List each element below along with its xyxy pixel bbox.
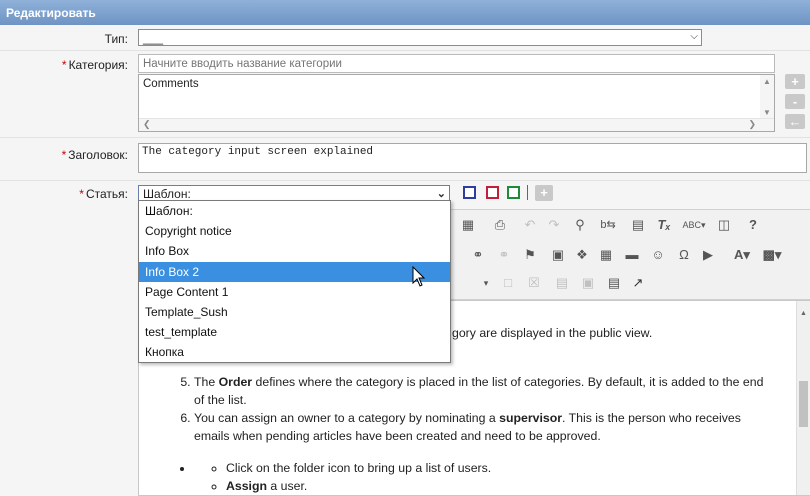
add-category-button[interactable]: + — [785, 74, 805, 89]
partial-text-line: gory are displayed in the public view. — [452, 326, 653, 340]
remove-category-button[interactable]: - — [785, 94, 805, 109]
scroll-thumb[interactable] — [799, 381, 808, 427]
back-category-button[interactable]: ← — [785, 114, 805, 129]
category-list-hscroll[interactable]: ❮ ❯ — [139, 118, 774, 131]
dropdown-option-highlighted[interactable]: Info Box 2 — [139, 261, 450, 282]
delete-template-icon[interactable] — [486, 186, 499, 199]
category-list[interactable]: Comments ▲ ▼ ❮ ❯ — [138, 74, 775, 132]
bg-color-icon[interactable]: ▩▾ — [759, 246, 785, 264]
header-bar: Редактировать — [0, 0, 810, 25]
pagebreak-icon[interactable]: ▶ — [699, 246, 717, 264]
chevron-down-icon: ⌄ — [436, 188, 446, 200]
type-value: ___ — [143, 31, 164, 45]
unlink-icon[interactable]: ⚭ — [495, 246, 513, 264]
dropdown-arrow-icon[interactable]: ▾ — [477, 274, 495, 292]
print-icon[interactable]: ⎙ — [491, 216, 509, 234]
chevron-down-icon: ⌵ — [690, 31, 698, 42]
list-item: Assign a user. — [226, 477, 776, 495]
dropdown-option[interactable]: Page Content 1 — [139, 282, 450, 302]
dropdown-option[interactable]: test_template — [139, 322, 450, 342]
special-char-icon[interactable]: Ω — [675, 246, 693, 264]
editor-ordered-list: The Order defines where the category is … — [176, 373, 776, 445]
smiley-icon[interactable]: ☺ — [649, 246, 667, 264]
dropdown-option[interactable]: Template_Sush — [139, 302, 450, 322]
templates-icon[interactable]: ▣ — [579, 274, 597, 292]
add-template-button[interactable]: + — [535, 185, 553, 201]
list-item: You can assign an owner to a category by… — [194, 409, 776, 445]
scroll-right-icon[interactable]: ❯ — [748, 119, 756, 130]
dropdown-option[interactable]: Copyright notice — [139, 221, 450, 241]
dropdown-option[interactable]: Шаблон: — [139, 201, 450, 221]
list-item: Click on the folder icon to bring up a l… — [194, 459, 776, 495]
text-color-icon[interactable]: A▾ — [729, 246, 755, 264]
editor-bullet-list: Click on the folder icon to bring up a l… — [176, 459, 776, 495]
source-icon[interactable]: □ — [499, 274, 517, 292]
flash-icon[interactable]: ❖ — [573, 246, 591, 264]
list-item: Click on the folder icon to bring up a l… — [226, 459, 776, 477]
preview-icon[interactable]: ▤ — [553, 274, 571, 292]
scroll-left-icon[interactable]: ❮ — [143, 119, 151, 130]
scroll-down-icon[interactable]: ▼ — [763, 108, 771, 117]
help-icon[interactable]: ? — [744, 216, 762, 234]
template-dropdown[interactable]: Шаблон: Copyright notice Info Box Info B… — [138, 200, 451, 363]
template-select-value: Шаблон: — [143, 187, 191, 201]
category-list-item[interactable]: Comments — [139, 75, 774, 93]
anchor-icon[interactable]: ⚑ — [521, 246, 539, 264]
category-search-input[interactable] — [138, 54, 775, 73]
remove-format-icon[interactable]: Tₓ — [655, 216, 673, 234]
paste-icon[interactable]: ▤ — [629, 216, 647, 234]
undo-icon[interactable]: ↶ — [521, 216, 539, 234]
type-row: Тип: ___ ⌵ — [0, 25, 810, 51]
expand-icon[interactable]: ↗ — [629, 274, 647, 292]
title-label: * Заголовок: — [61, 148, 128, 162]
category-label: * Категория: — [61, 58, 128, 72]
dropdown-option[interactable]: Info Box — [139, 241, 450, 261]
insert-template-icon[interactable] — [463, 186, 476, 199]
dropdown-option[interactable]: Кнопка — [139, 342, 450, 362]
link-icon[interactable]: ⚭ — [469, 246, 487, 264]
table-icon[interactable]: ▦ — [597, 246, 615, 264]
video-icon[interactable]: ▤ — [605, 274, 623, 292]
mouse-cursor-icon — [412, 266, 426, 287]
find-icon[interactable]: ⚲ — [571, 216, 589, 234]
category-list-vscroll[interactable]: ▲ ▼ — [760, 75, 774, 119]
maximize-icon[interactable]: ◫ — [715, 216, 733, 234]
list-item: The Order defines where the category is … — [194, 373, 776, 409]
spellcheck-icon[interactable]: ABC▾ — [681, 216, 707, 234]
toolbar-divider — [527, 185, 528, 200]
editor-scrollbar[interactable]: ▲ — [796, 301, 810, 495]
save-template-icon[interactable] — [507, 186, 520, 199]
hr-icon[interactable]: ▬ — [623, 246, 641, 264]
replace-icon[interactable]: b⇆ — [599, 216, 617, 234]
type-label: Тип: — [104, 32, 128, 46]
redo-icon[interactable]: ↷ — [545, 216, 563, 234]
article-label: * Статья: — [79, 187, 128, 201]
title-input[interactable]: The category input screen explained — [138, 143, 807, 173]
image-icon[interactable]: ▣ — [549, 246, 567, 264]
scroll-up-icon[interactable]: ▲ — [763, 77, 771, 86]
fullscreen-icon[interactable]: ☒ — [525, 274, 543, 292]
category-row: *Категория: Comments ▲ ▼ ❮ ❯ + - ← — [0, 51, 810, 138]
scroll-up-icon[interactable]: ▲ — [800, 305, 807, 323]
header-title: Редактировать — [6, 6, 96, 20]
select-all-icon[interactable]: ▦ — [459, 216, 477, 234]
type-select[interactable]: ___ ⌵ — [138, 29, 702, 46]
title-row: * Заголовок: The category input screen ex… — [0, 138, 810, 181]
